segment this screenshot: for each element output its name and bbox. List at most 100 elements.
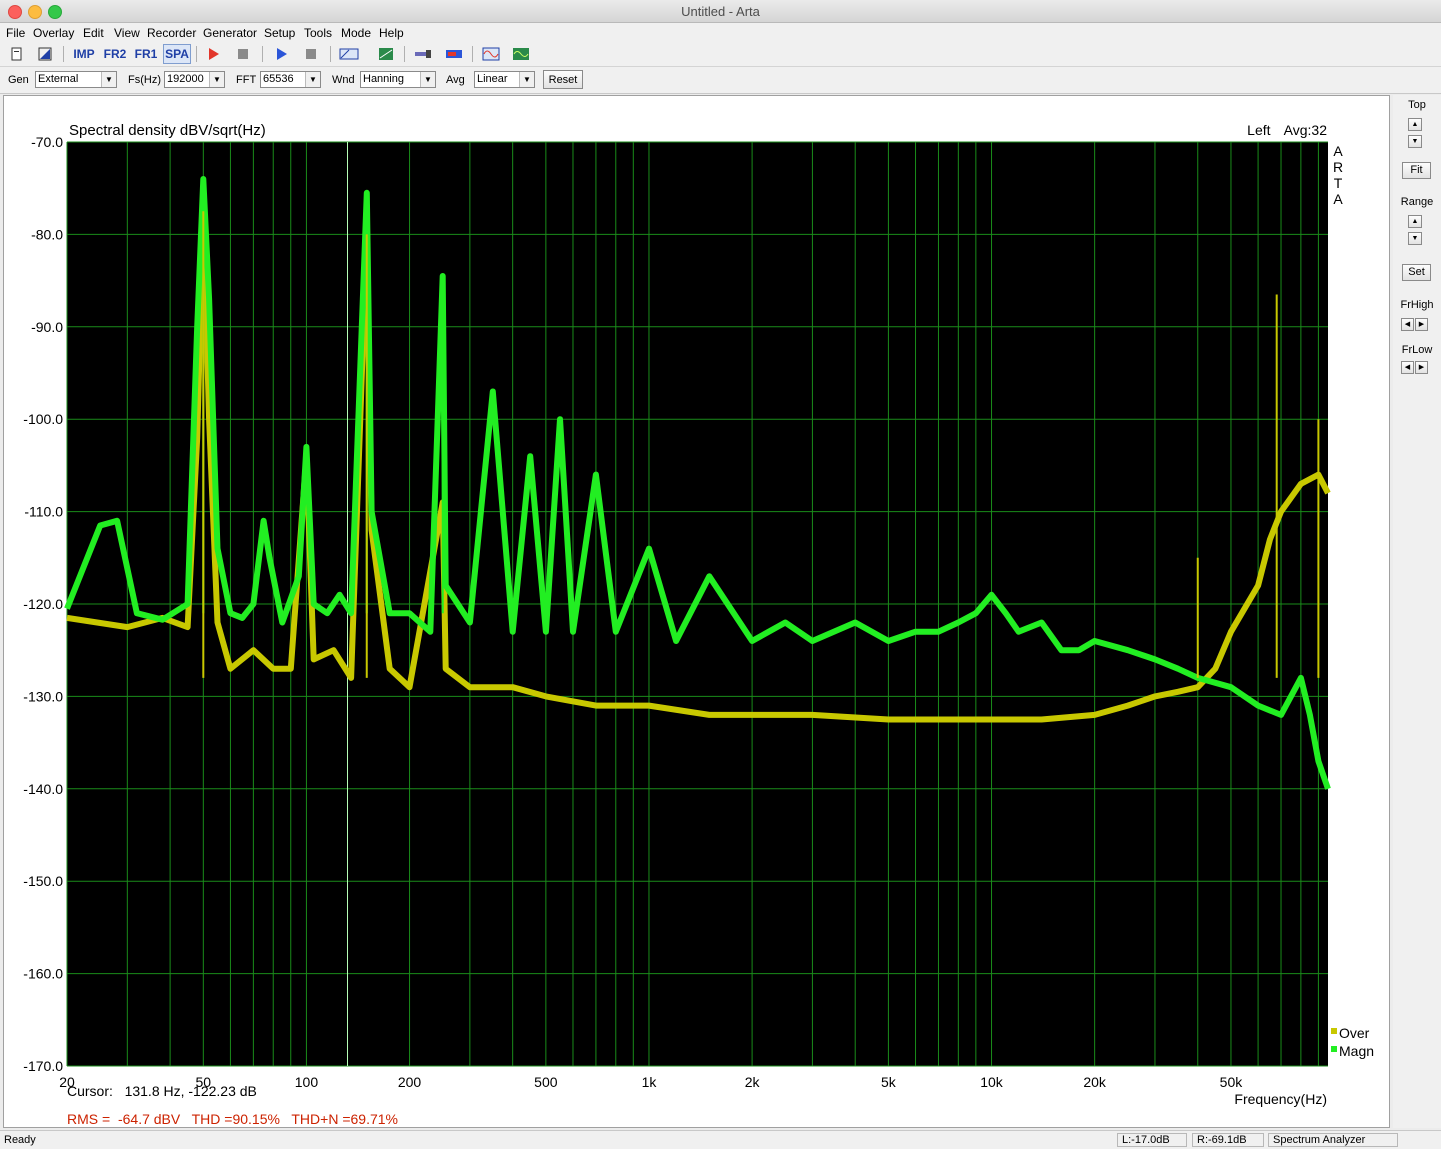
toolbar: IMP FR2 FR1 SPA [0, 42, 1441, 67]
fs-value: 192000 [167, 73, 204, 85]
oscilloscope-glyph [513, 48, 529, 60]
menu-setup[interactable]: Setup [264, 26, 295, 40]
reset-button[interactable]: Reset [543, 70, 583, 89]
graph-color-icon[interactable] [375, 44, 397, 64]
avg-value: Linear [477, 73, 508, 85]
frhigh-left-button[interactable]: ◀ [1401, 318, 1414, 331]
fft-select[interactable]: 65536 ▼ [260, 71, 321, 88]
toolbar-separator [262, 46, 263, 62]
menu-file[interactable]: File [6, 26, 25, 40]
avg-label: Avg [446, 74, 465, 86]
menu-generator[interactable]: Generator [203, 26, 257, 40]
legend-magn-swatch [1331, 1046, 1337, 1052]
frhigh-label: FrHigh [1400, 299, 1434, 311]
svg-text:Left Avg:32: Left Avg:32 [1247, 122, 1327, 138]
chevron-down-icon: ▼ [101, 72, 116, 87]
record-play-icon[interactable] [202, 44, 224, 64]
annotate-icon[interactable] [337, 44, 361, 64]
level-meter-icon[interactable] [443, 44, 465, 64]
legend-over-label: Over [1339, 1025, 1370, 1041]
graph-panel: -70.0 -80.0 -90.0 -100.0 -110.0 -120.0 -130.0 -… [3, 95, 1390, 1128]
sine-wave-glyph [482, 47, 500, 61]
new-file-glyph [11, 47, 22, 61]
y-tick-label: -110.0 [24, 504, 63, 520]
x-tick-label: 10k [980, 1074, 1004, 1090]
status-right-level: R:-69.1dB [1192, 1133, 1264, 1147]
fit-button[interactable]: Fit [1402, 162, 1431, 179]
fs-select[interactable]: 192000 ▼ [164, 71, 225, 88]
oscilloscope-icon[interactable] [510, 44, 532, 64]
x-tick-label: 1k [642, 1074, 658, 1090]
chevron-down-icon: ▼ [519, 72, 534, 87]
wnd-value: Hanning [363, 73, 404, 85]
spa-mode-button[interactable]: SPA [163, 44, 191, 64]
menu-edit[interactable]: Edit [83, 26, 104, 40]
gen-label: Gen [8, 74, 29, 86]
y-tick-label: -130.0 [23, 688, 63, 704]
frlow-left-button[interactable]: ◀ [1401, 361, 1414, 374]
menu-overlay[interactable]: Overlay [33, 26, 74, 40]
range-label: Range [1400, 196, 1434, 208]
menu-recorder[interactable]: Recorder [147, 26, 196, 40]
frlow-right-button[interactable]: ▶ [1415, 361, 1428, 374]
chevron-down-icon: ▼ [209, 72, 224, 87]
menu-tools[interactable]: Tools [304, 26, 332, 40]
wnd-select[interactable]: Hanning ▼ [360, 71, 436, 88]
range-down-button[interactable]: ▼ [1408, 232, 1422, 245]
cable-icon[interactable] [412, 44, 434, 64]
y-tick-label: -150.0 [23, 873, 63, 889]
cursor-readout: Cursor: 131.8 Hz, -122.23 dB [67, 1083, 257, 1099]
fr1-mode-button[interactable]: FR1 [132, 44, 160, 64]
fr2-mode-button[interactable]: FR2 [101, 44, 129, 64]
fs-label: Fs(Hz) [128, 74, 161, 86]
open-file-icon[interactable] [34, 44, 56, 64]
top-up-button[interactable]: ▲ [1408, 118, 1422, 131]
frhigh-right-button[interactable]: ▶ [1415, 318, 1428, 331]
stop-glyph [238, 49, 248, 59]
title-bar: Untitled - Arta [0, 0, 1441, 23]
y-tick-label: -170.0 [23, 1058, 63, 1074]
generator-stop-icon[interactable] [300, 44, 322, 64]
x-tick-label: 100 [295, 1074, 319, 1090]
brand-letter-r: R [1333, 159, 1343, 175]
y-tick-label: -140.0 [23, 781, 63, 797]
status-ready: Ready [4, 1134, 36, 1146]
parameters-bar: Gen External ▼ Fs(Hz) 192000 ▼ FFT 65536… [0, 67, 1441, 94]
graph-color-glyph [379, 48, 393, 60]
menu-view[interactable]: View [114, 26, 140, 40]
new-file-icon[interactable] [6, 44, 28, 64]
avg-select[interactable]: Linear ▼ [474, 71, 535, 88]
channel-label: Left [1247, 122, 1270, 138]
menu-help[interactable]: Help [379, 26, 404, 40]
x-tick-label: 50k [1220, 1074, 1244, 1090]
x-tick-label: 5k [881, 1074, 897, 1090]
y-tick-label: -90.0 [31, 319, 63, 335]
signal-generator-icon[interactable] [480, 44, 502, 64]
toolbar-separator [63, 46, 64, 62]
status-bar: Ready L:-17.0dB R:-69.1dB Spectrum Analy… [0, 1130, 1441, 1149]
chevron-down-icon: ▼ [420, 72, 435, 87]
y-tick-labels: -70.0 -80.0 -90.0 -100.0 -110.0 -120.0 -130.0 -… [23, 134, 63, 1074]
set-button[interactable]: Set [1402, 264, 1431, 281]
window-title: Untitled - Arta [681, 4, 760, 19]
spectrum-chart[interactable]: -70.0 -80.0 -90.0 -100.0 -110.0 -120.0 -130.0 -… [4, 96, 1389, 1127]
menu-bar: File Overlay Edit View Recorder Generato… [0, 23, 1441, 42]
imp-mode-button[interactable]: IMP [70, 44, 98, 64]
top-down-button[interactable]: ▼ [1408, 135, 1422, 148]
record-stop-icon[interactable] [232, 44, 254, 64]
range-up-button[interactable]: ▲ [1408, 215, 1422, 228]
y-tick-label: -80.0 [31, 226, 63, 242]
wnd-label: Wnd [332, 74, 355, 86]
brand-letter-t: T [1334, 175, 1343, 191]
gen-select[interactable]: External ▼ [35, 71, 117, 88]
avg-readout: Avg:32 [1284, 122, 1328, 138]
menu-mode[interactable]: Mode [341, 26, 371, 40]
top-label: Top [1408, 99, 1426, 111]
legend-over-swatch [1331, 1028, 1337, 1034]
cable-glyph [415, 50, 431, 58]
generator-play-icon[interactable] [270, 44, 292, 64]
legend-magn-label: Magn [1339, 1043, 1374, 1059]
toolbar-separator [196, 46, 197, 62]
x-axis-label: Frequency(Hz) [1234, 1091, 1327, 1107]
fft-value: 65536 [263, 73, 294, 85]
